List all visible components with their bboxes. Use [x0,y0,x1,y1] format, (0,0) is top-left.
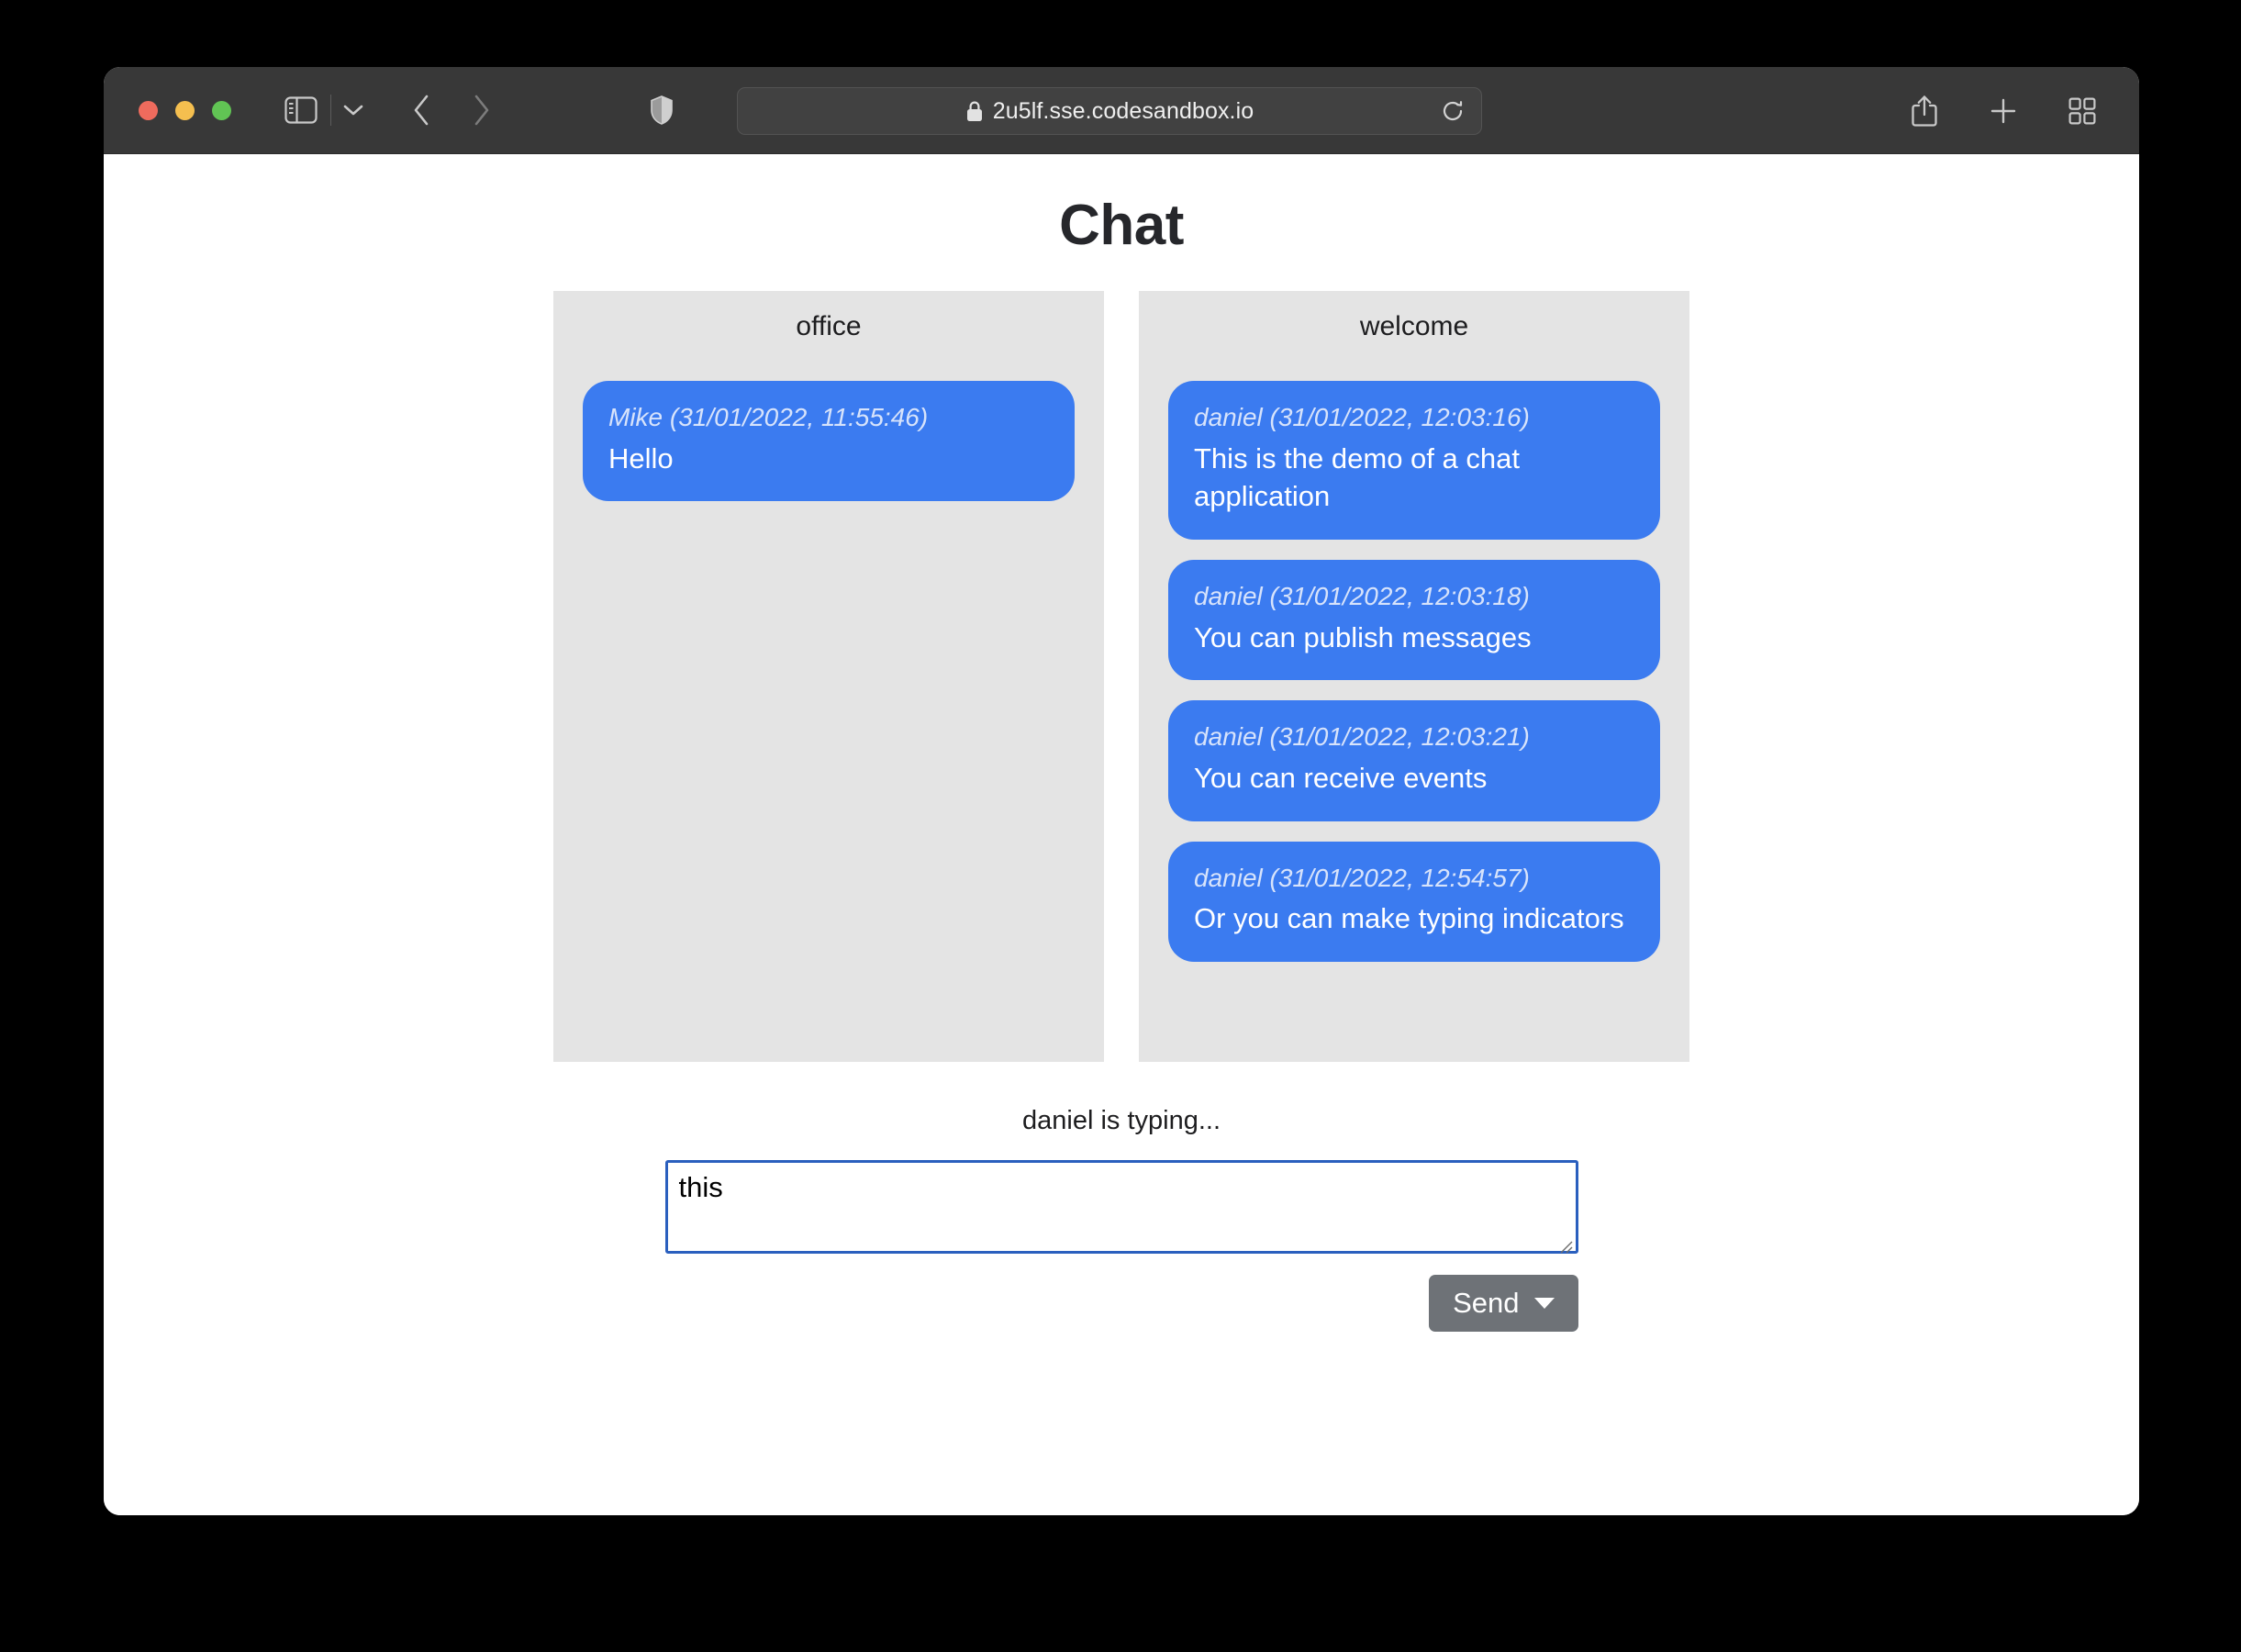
channel-title: office [796,311,862,341]
message-meta: daniel (31/01/2022, 12:03:16) [1194,403,1530,431]
plus-icon[interactable] [1978,85,2029,137]
zoom-window-button[interactable] [212,100,231,120]
message-body: Or you can make typing indicators [1194,902,1624,935]
toolbar-divider [330,95,331,126]
window-controls [139,100,231,120]
caret-down-icon[interactable] [1533,1298,1555,1309]
message-body: Hello [608,441,674,474]
message-meta: daniel (31/01/2022, 12:54:57) [1194,863,1530,892]
channel-title: welcome [1359,311,1469,341]
reload-icon[interactable] [1437,95,1468,127]
send-button-row: Send [665,1275,1578,1332]
message-body: You can publish messages [1194,620,1532,653]
minimize-window-button[interactable] [175,100,195,120]
message-bubble: daniel (31/01/2022, 12:54:57) Or you can… [1168,841,1660,962]
back-chevron-icon[interactable] [396,84,447,136]
url-text: 2u5lf.sse.codesandbox.io [992,97,1254,124]
message-meta: Mike (31/01/2022, 11:55:46) [608,403,929,431]
send-button-label: Send [1453,1287,1520,1319]
page-title: Chat [1059,194,1184,257]
sidebar-toggle-icon[interactable] [275,84,327,136]
message-bubble: Mike (31/01/2022, 11:55:46) Hello [583,381,1075,502]
forward-chevron-icon[interactable] [456,84,507,136]
send-button[interactable]: Send [1429,1275,1578,1332]
message-bubble: daniel (31/01/2022, 12:03:18) You can pu… [1168,559,1660,681]
message-list: Mike (31/01/2022, 11:55:46) Hello [583,381,1075,502]
message-input-wrapper [664,1160,1578,1258]
toolbar-right-actions [1899,67,2108,154]
page-content: Chat office Mike (31/01/2022, 11:55:46) … [104,154,2139,1515]
chevron-down-icon[interactable] [335,84,372,136]
message-input[interactable] [664,1160,1578,1254]
privacy-shield-icon[interactable] [636,84,687,136]
close-window-button[interactable] [139,100,158,120]
channel-panel-office: office Mike (31/01/2022, 11:55:46) Hello [553,291,1104,1062]
tab-overview-icon[interactable] [2057,85,2108,137]
channel-list: office Mike (31/01/2022, 11:55:46) Hello… [104,291,2139,1062]
address-bar[interactable]: 2u5lf.sse.codesandbox.io [737,87,1482,135]
address-bar-content: 2u5lf.sse.codesandbox.io [965,98,1254,125]
message-meta: daniel (31/01/2022, 12:03:18) [1194,581,1530,610]
channel-panel-welcome: welcome daniel (31/01/2022, 12:03:16) Th… [1139,291,1689,1062]
message-body: You can receive events [1194,762,1488,795]
browser-window: 2u5lf.sse.codesandbox.io Chat office Mik… [104,67,2139,1515]
typing-indicator: daniel is typing... [1021,1106,1221,1135]
sidebar-toggle-group [275,84,372,136]
message-list: daniel (31/01/2022, 12:03:16) This is th… [1168,381,1660,962]
message-composer: Send [104,1160,2139,1332]
message-body: This is the demo of a chat application [1194,441,1520,513]
browser-toolbar: 2u5lf.sse.codesandbox.io [104,67,2139,154]
message-bubble: daniel (31/01/2022, 12:03:16) This is th… [1168,381,1660,540]
share-icon[interactable] [1899,85,1950,137]
lock-icon [965,100,984,123]
message-bubble: daniel (31/01/2022, 12:03:21) You can re… [1168,700,1660,821]
message-meta: daniel (31/01/2022, 12:03:21) [1194,722,1530,752]
